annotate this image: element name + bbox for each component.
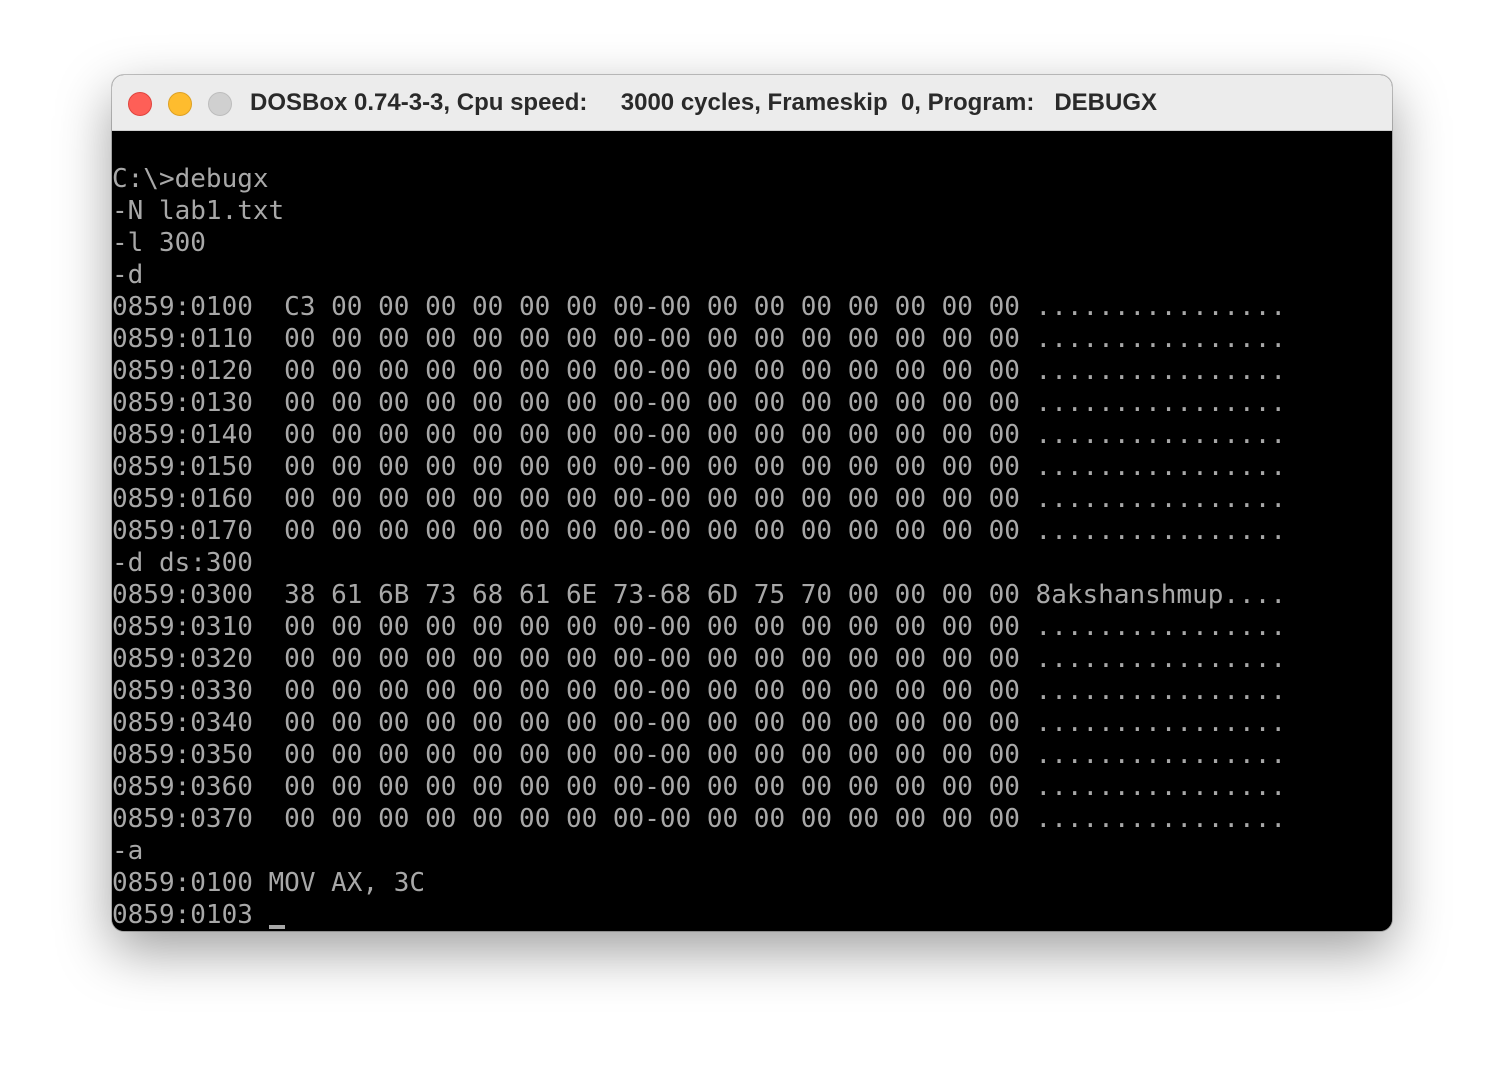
terminal-line: 0859:0170 00 00 00 00 00 00 00 00-00 00 … (112, 516, 1286, 546)
terminal-line: 0859:0130 00 00 00 00 00 00 00 00-00 00 … (112, 388, 1286, 418)
terminal-line: -N lab1.txt (112, 196, 285, 226)
dosbox-window: DOSBox 0.74-3-3, Cpu speed: 3000 cycles,… (112, 75, 1392, 931)
terminal-line: C:\>debugx (112, 164, 269, 194)
terminal-line: 0859:0150 00 00 00 00 00 00 00 00-00 00 … (112, 452, 1286, 482)
minimize-window-button[interactable] (168, 92, 192, 116)
terminal-line: 0859:0340 00 00 00 00 00 00 00 00-00 00 … (112, 708, 1286, 738)
terminal-line: 0859:0160 00 00 00 00 00 00 00 00-00 00 … (112, 484, 1286, 514)
terminal-line: 0859:0370 00 00 00 00 00 00 00 00-00 00 … (112, 804, 1286, 834)
terminal-input-line[interactable]: 0859:0103 (112, 899, 1286, 931)
dos-terminal-screen[interactable]: C:\>debugx -N lab1.txt -l 300 -d 0859:01… (112, 131, 1392, 931)
terminal-line: -d ds:300 (112, 548, 253, 578)
terminal-line: -a (112, 836, 144, 866)
terminal-line: 0859:0100 MOV AX, 3C (112, 868, 426, 898)
terminal-line: -d (112, 260, 144, 290)
terminal-line: 0859:0320 00 00 00 00 00 00 00 00-00 00 … (112, 644, 1286, 674)
terminal-line: 0859:0350 00 00 00 00 00 00 00 00-00 00 … (112, 740, 1286, 770)
terminal-output: C:\>debugx -N lab1.txt -l 300 -d 0859:01… (112, 163, 1286, 931)
terminal-line: 0859:0310 00 00 00 00 00 00 00 00-00 00 … (112, 612, 1286, 642)
text-cursor (268, 899, 285, 931)
zoom-window-button[interactable] (208, 92, 232, 116)
window-title: DOSBox 0.74-3-3, Cpu speed: 3000 cycles,… (250, 89, 1158, 116)
terminal-line: -l 300 (112, 228, 206, 258)
title-bar[interactable]: DOSBox 0.74-3-3, Cpu speed: 3000 cycles,… (112, 75, 1392, 131)
terminal-line: 0859:0300 38 61 6B 73 68 61 6E 73-68 6D … (112, 580, 1286, 610)
terminal-line: 0859:0110 00 00 00 00 00 00 00 00-00 00 … (112, 324, 1286, 354)
terminal-line: 0859:0100 C3 00 00 00 00 00 00 00-00 00 … (112, 292, 1286, 322)
input-prompt: 0859:0103 (112, 900, 269, 930)
terminal-line: 0859:0330 00 00 00 00 00 00 00 00-00 00 … (112, 676, 1286, 706)
terminal-line: 0859:0140 00 00 00 00 00 00 00 00-00 00 … (112, 420, 1286, 450)
terminal-line: 0859:0360 00 00 00 00 00 00 00 00-00 00 … (112, 772, 1286, 802)
terminal-line: 0859:0120 00 00 00 00 00 00 00 00-00 00 … (112, 356, 1286, 386)
close-window-button[interactable] (128, 92, 152, 116)
